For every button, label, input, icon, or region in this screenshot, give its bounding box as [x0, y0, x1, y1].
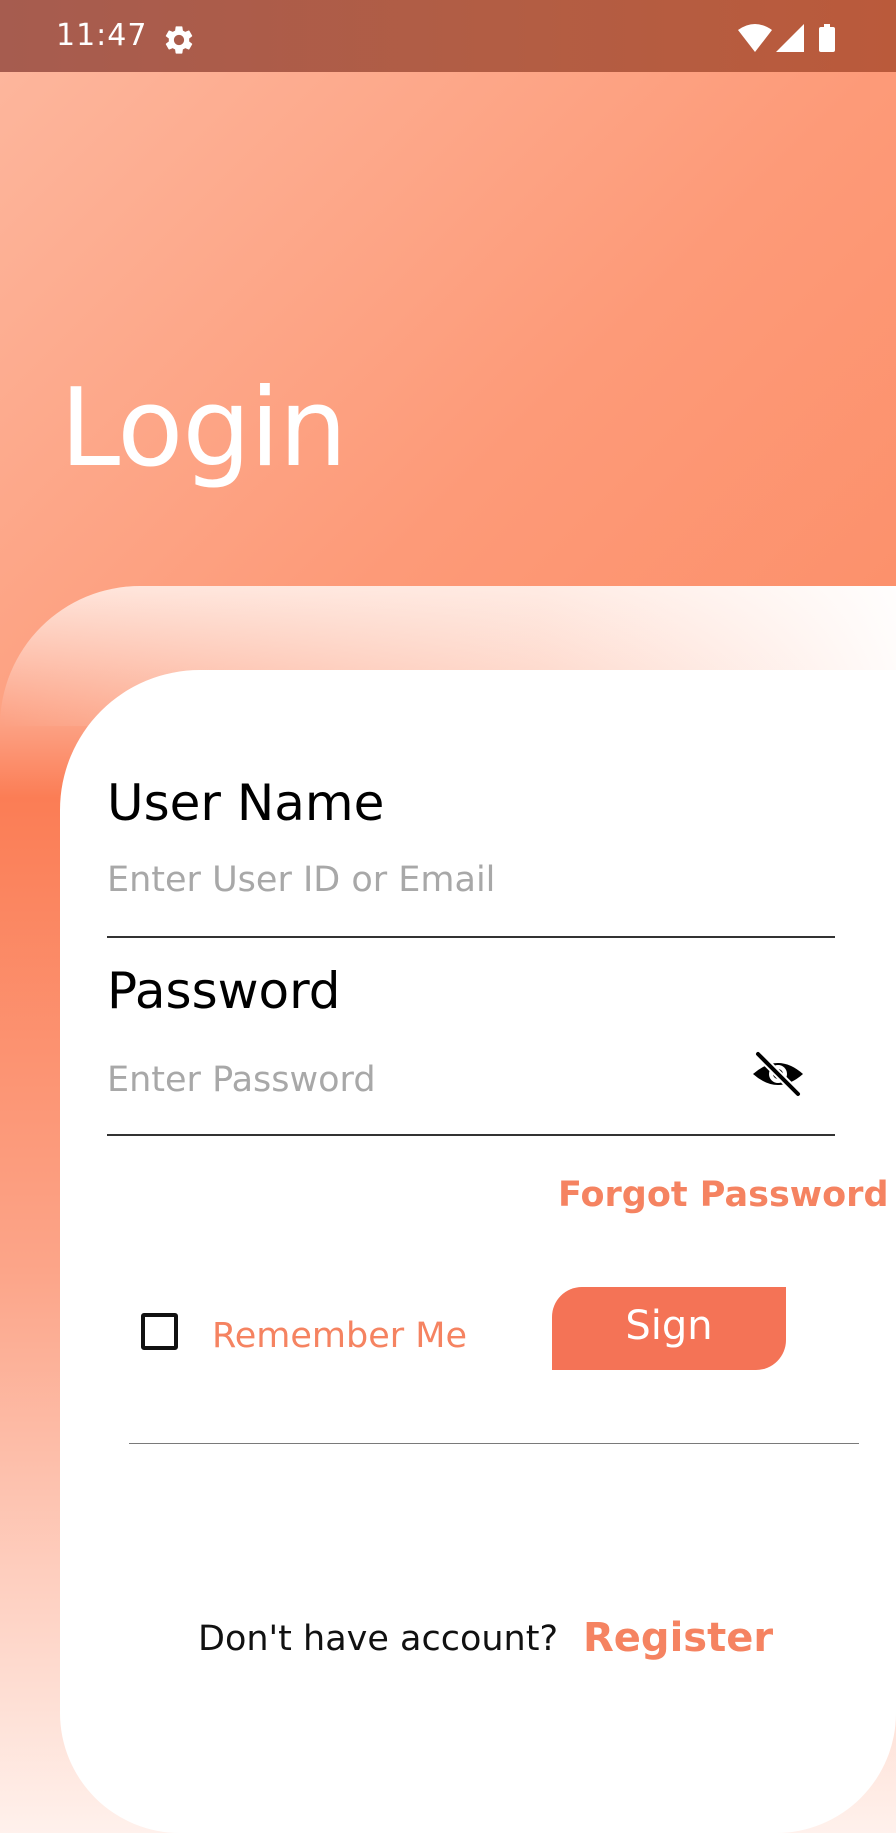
status-time: 11:47 — [56, 18, 148, 53]
no-account-prompt: Don't have account? — [198, 1619, 559, 1659]
battery-icon — [819, 24, 835, 52]
remember-me-label: Remember Me — [212, 1316, 467, 1356]
wifi-icon — [738, 24, 772, 52]
password-underline — [107, 1134, 835, 1136]
username-input[interactable] — [107, 858, 827, 902]
cell-signal-icon — [776, 24, 804, 52]
username-underline — [107, 936, 835, 938]
register-link[interactable]: Register — [583, 1615, 773, 1661]
password-input[interactable] — [107, 1058, 727, 1102]
password-label: Password — [107, 962, 341, 1020]
page-title: Login — [60, 366, 347, 491]
sign-button[interactable]: Sign — [552, 1287, 786, 1370]
eye-off-icon[interactable] — [750, 1050, 806, 1098]
divider — [129, 1443, 859, 1444]
forgot-password-link[interactable]: Forgot Password — [558, 1175, 889, 1215]
status-bar: 11:47 — [0, 0, 896, 72]
remember-me-checkbox[interactable] — [141, 1313, 178, 1350]
settings-gear-icon — [165, 26, 193, 54]
username-label: User Name — [107, 774, 385, 832]
status-icons — [738, 24, 835, 52]
